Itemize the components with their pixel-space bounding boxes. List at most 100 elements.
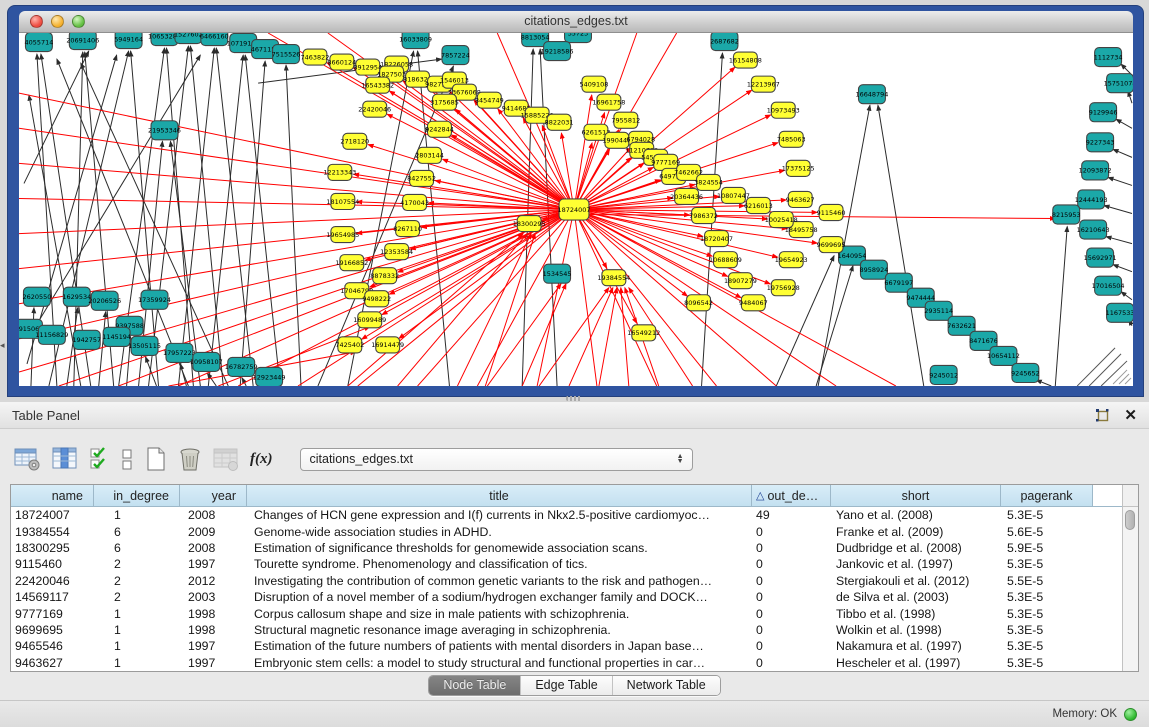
graph-edge-red[interactable] [522, 284, 566, 386]
graph-node[interactable]: 8660124 [327, 54, 356, 70]
graph-node[interactable]: 7515526 [272, 45, 301, 64]
graph-edge-red[interactable] [599, 288, 617, 386]
graph-node[interactable]: 3824554 [694, 174, 723, 190]
graph-node[interactable]: 8096542 [684, 295, 713, 311]
column-header-pagerank[interactable]: pagerank [1001, 485, 1093, 507]
table-cell[interactable]: 5.3E-5 [1001, 623, 1093, 637]
table-cell[interactable]: 9115460 [11, 557, 94, 571]
table-cell[interactable]: 49 [752, 508, 831, 522]
table-cell[interactable]: Tibbo et al. (1998) [831, 607, 1001, 621]
graph-node[interactable]: 8267110 [393, 221, 422, 237]
table-cell[interactable]: 5.5E-5 [1001, 574, 1093, 588]
graph-node[interactable]: 7425402 [335, 337, 364, 353]
graph-node[interactable]: 10654112 [987, 346, 1020, 365]
table-cell[interactable]: 9465546 [11, 639, 94, 653]
canvas-resize-grip[interactable] [1119, 374, 1129, 384]
table-cell[interactable]: Dudbridge et al. (2008) [831, 541, 1001, 555]
table-cell[interactable]: Estimation of the future numbers of pati… [247, 639, 752, 653]
table-cell[interactable]: 6 [94, 541, 180, 555]
graph-edge-black[interactable] [178, 48, 214, 386]
graph-node[interactable]: 16648794 [855, 85, 888, 104]
graph-node[interactable]: 20364436 [670, 188, 703, 204]
network-view-window[interactable]: citations_edges.txt 18724007405571420691… [7, 5, 1144, 397]
panel-collapse-arrow-icon[interactable]: ◂ [0, 340, 5, 351]
graph-edge-black[interactable] [1116, 119, 1132, 128]
graph-node[interactable]: 17016504 [1092, 276, 1125, 295]
horizontal-splitter-handle[interactable] [566, 396, 582, 401]
table-cell[interactable]: Nakamura et al. (1997) [831, 639, 1001, 653]
graph-node[interactable]: 16543382 [361, 77, 394, 93]
graph-edge-black[interactable] [1055, 227, 1067, 386]
graph-node[interactable]: 9245012 [929, 365, 958, 384]
table-cell[interactable]: 6 [94, 525, 180, 539]
graph-edge-black[interactable] [149, 46, 189, 386]
graph-node[interactable]: 16099489 [353, 312, 386, 328]
graph-node[interactable]: 9227343 [1086, 133, 1115, 152]
table-row[interactable]: 946362711997Embryonic stem cells: a mode… [11, 655, 1138, 671]
tab-node-table[interactable]: Node Table [429, 676, 520, 695]
graph-edge-black[interactable] [99, 312, 106, 386]
graph-node[interactable]: 7857224 [441, 46, 470, 65]
graph-edge-black[interactable] [24, 51, 89, 183]
table-row[interactable]: 977716911998Corpus callosum shape and si… [11, 605, 1138, 621]
table-cell[interactable]: 5.9E-5 [1001, 541, 1093, 555]
table-cell[interactable]: 2008 [180, 541, 247, 555]
graph-node[interactable]: 2620550 [23, 287, 52, 306]
graph-node[interactable]: 16914479 [371, 337, 404, 353]
graph-node[interactable]: 19384554 [597, 270, 630, 286]
float-window-icon[interactable] [1094, 407, 1110, 423]
table-cell[interactable]: 0 [752, 541, 831, 555]
graph-node[interactable]: 5409108 [580, 76, 609, 92]
table-cell[interactable]: 5.6E-5 [1001, 525, 1093, 539]
graph-node[interactable]: 16549212 [627, 325, 660, 341]
graph-node[interactable]: 12093872 [1079, 161, 1112, 180]
column-display-icon[interactable] [52, 446, 78, 472]
table-row[interactable]: 911546021997Tourette syndrome. Phenomeno… [11, 556, 1138, 572]
graph-node[interactable]: 7463822 [301, 49, 330, 65]
table-cell[interactable]: 5.3E-5 [1001, 639, 1093, 653]
table-cell[interactable]: Changes of HCN gene expression and I(f) … [247, 508, 752, 522]
graph-node[interactable]: 8454749 [475, 92, 504, 108]
table-cell[interactable]: 1998 [180, 623, 247, 637]
graph-node[interactable]: 18720407 [700, 231, 733, 247]
graph-node[interactable]: 35723 [565, 33, 592, 43]
table-cell[interactable]: 1 [94, 607, 180, 621]
graph-node[interactable]: 4055714 [25, 33, 54, 52]
graph-edge-red[interactable] [19, 198, 574, 209]
graph-node[interactable]: 8958924 [860, 260, 889, 279]
table-cell[interactable]: Disruption of a novel member of a sodium… [247, 590, 752, 604]
table-cell[interactable]: 0 [752, 525, 831, 539]
graph-edge-red[interactable] [218, 327, 369, 386]
table-cell[interactable]: 2 [94, 557, 180, 571]
graph-node[interactable]: 15692971 [1084, 248, 1117, 267]
scrollbar-thumb[interactable] [1125, 510, 1135, 530]
graph-node[interactable]: 9115460 [817, 204, 846, 220]
graph-edge-black[interactable] [1108, 177, 1132, 185]
graph-edge-black[interactable] [208, 55, 243, 386]
graph-node[interactable]: 18907279 [724, 273, 757, 289]
table-cell[interactable]: Corpus callosum shape and size in male p… [247, 607, 752, 621]
graph-node[interactable]: 5949164 [114, 33, 143, 49]
graph-node[interactable]: 17375125 [782, 160, 815, 176]
graph-node[interactable]: 3175685 [430, 94, 459, 110]
graph-node[interactable]: 1145194 [102, 327, 131, 346]
graph-node[interactable]: 9245652 [1011, 363, 1040, 382]
graph-node[interactable]: 18300295 [513, 216, 546, 232]
graph-node[interactable]: 21953346 [148, 121, 181, 140]
table-row[interactable]: 946554611997Estimation of the future num… [11, 638, 1138, 654]
tab-edge-table[interactable]: Edge Table [520, 676, 611, 695]
table-cell[interactable]: Stergiakouli et al. (2012) [831, 574, 1001, 588]
table-row[interactable]: 2242004622012Investigating the contribut… [11, 573, 1138, 589]
graph-node[interactable]: 10973493 [767, 102, 800, 118]
graph-edge-black[interactable] [776, 256, 834, 386]
graph-node[interactable]: 12444193 [1075, 190, 1108, 209]
graph-edge-black[interactable] [245, 55, 280, 386]
table-cell[interactable]: 9463627 [11, 656, 94, 670]
column-header-name[interactable]: name [11, 485, 94, 507]
table-cell[interactable]: 5.3E-5 [1001, 557, 1093, 571]
graph-node[interactable]: 11156829 [35, 325, 68, 344]
table-row[interactable]: 969969511998Structural magnetic resonanc… [11, 622, 1138, 638]
graph-node[interactable]: 2803144 [415, 147, 444, 163]
graph-node[interactable]: 22420046 [358, 101, 391, 117]
graph-node[interactable]: 18724007 [558, 199, 591, 220]
